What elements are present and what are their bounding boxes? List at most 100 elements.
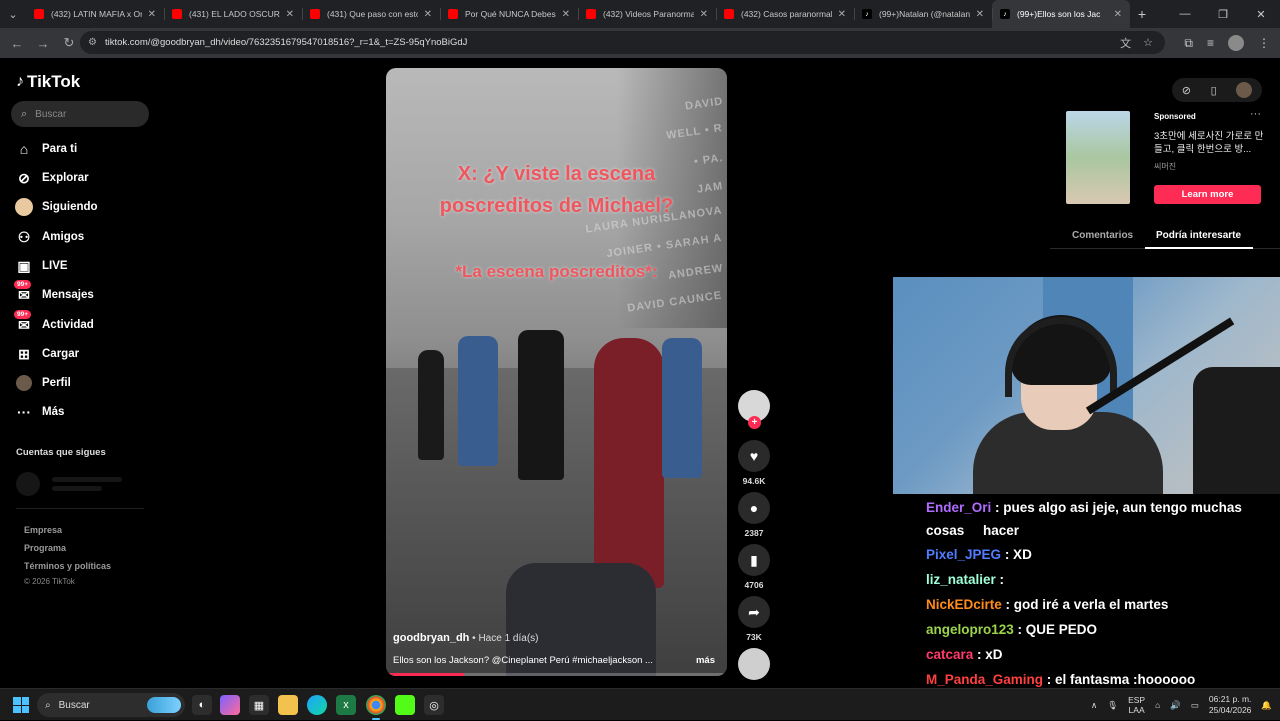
sound-avatar[interactable] xyxy=(738,648,770,680)
close-tab-icon[interactable]: ✕ xyxy=(148,9,156,20)
ad-thumbnail[interactable] xyxy=(1066,111,1130,204)
sidebar-item-amigos[interactable]: ⚇ Amigos xyxy=(14,226,84,248)
extensions-icon[interactable]: ⧉ xyxy=(1184,36,1193,51)
sidebar-item-ms[interactable]: ··· Más xyxy=(14,401,64,423)
browser-tab[interactable]: Por Qué NUNCA Debes M ✕ xyxy=(440,0,578,28)
obs-icon[interactable]: ◎ xyxy=(424,695,444,715)
tray-chevron-icon[interactable]: ∧ xyxy=(1091,700,1097,711)
tiktok-logo[interactable]: ♪ TikTok xyxy=(16,72,80,92)
sidebar-item-mensajes[interactable]: ✉ 99+ Mensajes xyxy=(14,280,94,306)
author-avatar[interactable]: + xyxy=(738,390,770,429)
comment-button[interactable]: ● 2387 xyxy=(736,492,772,538)
battery-icon[interactable]: ▭ xyxy=(1191,700,1199,711)
compass-icon[interactable]: ⊘ xyxy=(1182,84,1191,97)
chat-username[interactable]: NickEDcirte xyxy=(926,597,1002,612)
chat-username[interactable]: Ender_Ori xyxy=(926,500,991,515)
minimize-icon[interactable]: — xyxy=(1166,0,1204,28)
network-icon[interactable]: ⌂ xyxy=(1155,700,1160,710)
chat-username[interactable]: Pixel_JPEG xyxy=(926,547,1001,562)
close-tab-icon[interactable]: ✕ xyxy=(976,9,984,20)
heart-icon[interactable]: ♥ xyxy=(738,440,770,472)
widgets-icon[interactable]: ◐ xyxy=(192,695,212,715)
like-button[interactable]: ♥ 94.6K xyxy=(736,440,772,486)
sound-avatar-button[interactable] xyxy=(736,648,772,680)
bookmark-icon[interactable]: ▮ xyxy=(738,544,770,576)
follow-plus-icon[interactable]: + xyxy=(748,416,761,429)
browser-tab[interactable]: (432) LATIN MAFIA x Omar ✕ xyxy=(26,0,164,28)
kick-icon[interactable] xyxy=(395,695,415,715)
video-author[interactable]: goodbryan_dh • Hace 1 día(s) xyxy=(393,632,538,644)
video-username[interactable]: goodbryan_dh xyxy=(393,632,469,644)
media-controls-icon[interactable]: ≡ xyxy=(1207,36,1214,50)
edge-icon[interactable] xyxy=(307,695,327,715)
browser-tab[interactable]: ♪ (99+)Ellos son los Jac ✕ xyxy=(992,0,1130,28)
close-tab-icon[interactable]: ✕ xyxy=(838,9,846,20)
tab-search-icon[interactable]: ⌄ xyxy=(0,0,26,28)
sidebar-item-perfil[interactable]: Perfil xyxy=(14,372,71,394)
site-info-icon[interactable]: ⚙ xyxy=(88,37,97,48)
clock[interactable]: 06:21 p. m. 25/04/2026 xyxy=(1209,694,1252,716)
maximize-icon[interactable]: ❐ xyxy=(1204,0,1242,28)
back-icon[interactable]: ← xyxy=(4,36,30,51)
video-progress-bar[interactable] xyxy=(386,673,727,676)
share-button[interactable]: ➦ 73K xyxy=(736,596,772,642)
chat-username[interactable]: M_Panda_Gaming xyxy=(926,672,1043,687)
address-bar[interactable]: ⚙ tiktok.com/@goodbryan_dh/video/7632351… xyxy=(80,31,1165,54)
chat-username[interactable]: angelopro123 xyxy=(926,622,1014,637)
browser-tab[interactable]: (431) Que paso con esto ✕ xyxy=(302,0,440,28)
sidebar-item-live[interactable]: ▣ LIVE xyxy=(14,255,67,277)
new-tab-button[interactable]: + xyxy=(1130,6,1154,22)
share-arrow-icon[interactable]: ➦ xyxy=(738,596,770,628)
browser-menu-icon[interactable]: ⋮ xyxy=(1258,36,1270,50)
learn-more-button[interactable]: Learn more xyxy=(1154,185,1261,204)
file-explorer-icon[interactable] xyxy=(278,695,298,715)
comment-icon[interactable]: ● xyxy=(738,492,770,524)
tab-comentarios[interactable]: Comentarios xyxy=(1072,230,1133,241)
sidebar-item-cargar[interactable]: ⊞ Cargar xyxy=(14,343,79,365)
language-indicator[interactable]: ESP LAA xyxy=(1128,695,1145,715)
store-icon[interactable]: ▦ xyxy=(249,695,269,715)
browser-tab[interactable]: (432) Casos paranormales ✕ xyxy=(716,0,854,28)
video-player[interactable]: DAVID WELL • R • PA. JAM LAURA NURISLANO… xyxy=(386,68,727,676)
volume-icon[interactable]: 🔊 xyxy=(1170,700,1181,711)
more-button[interactable]: más xyxy=(696,655,715,666)
chat-message: cosas hacer xyxy=(926,523,1019,538)
chat-username[interactable]: liz_natalier xyxy=(926,572,996,587)
browser-tab[interactable]: (432) Videos Paranormales ✕ xyxy=(578,0,716,28)
translate-icon[interactable]: 文 xyxy=(1120,35,1131,51)
tab-podria-interesarte[interactable]: Podría interesarte xyxy=(1156,230,1241,241)
close-tab-icon[interactable]: ✕ xyxy=(562,9,570,20)
close-tab-icon[interactable]: ✕ xyxy=(286,9,294,20)
search-input[interactable]: ⌕ Buscar xyxy=(11,101,149,127)
device-icon[interactable]: ▯ xyxy=(1211,84,1217,97)
close-tab-icon[interactable]: ✕ xyxy=(1114,9,1122,20)
ad-options-icon[interactable]: ··· xyxy=(1250,108,1261,120)
user-avatar[interactable] xyxy=(1236,82,1253,98)
sidebar-item-explorar[interactable]: ⊘ Explorar xyxy=(14,167,89,189)
sidebar-item-actividad[interactable]: ✉ 99+ Actividad xyxy=(14,310,94,336)
taskbar-search[interactable]: ⌕ Buscar xyxy=(37,693,185,717)
chat-username[interactable]: catcara xyxy=(926,647,973,662)
windows-start-icon[interactable] xyxy=(13,697,29,713)
mic-icon[interactable]: 🎙 xyxy=(1107,700,1118,711)
sidebar-item-siguiendo[interactable]: Siguiendo xyxy=(14,196,98,218)
footer-link-programa[interactable]: Programa xyxy=(24,543,66,553)
copilot-icon[interactable] xyxy=(220,695,240,715)
close-tab-icon[interactable]: ✕ xyxy=(424,9,432,20)
bookmark-star-icon[interactable]: ☆ xyxy=(1143,36,1153,49)
close-tab-icon[interactable]: ✕ xyxy=(700,9,708,20)
chrome-icon[interactable] xyxy=(366,695,386,720)
footer-link-terminos[interactable]: Términos y políticas xyxy=(24,561,111,571)
browser-tab[interactable]: (431) EL LADO OSCURO D ✕ xyxy=(164,0,302,28)
sidebar-item-parati[interactable]: ⌂ Para ti xyxy=(14,138,77,160)
close-window-icon[interactable]: ✕ xyxy=(1242,0,1280,28)
browser-tab[interactable]: ♪ (99+)Natalan (@natalang ✕ xyxy=(854,0,992,28)
forward-icon[interactable]: → xyxy=(30,36,56,51)
reload-icon[interactable]: ↻ xyxy=(56,35,82,51)
notifications-icon[interactable]: 🔔 xyxy=(1261,700,1272,711)
browser-profile-avatar[interactable] xyxy=(1228,35,1244,51)
footer-link-empresa[interactable]: Empresa xyxy=(24,525,62,535)
save-button[interactable]: ▮ 4706 xyxy=(736,544,772,590)
author-avatar-button[interactable]: + xyxy=(736,390,772,429)
excel-icon[interactable]: x xyxy=(336,695,356,715)
